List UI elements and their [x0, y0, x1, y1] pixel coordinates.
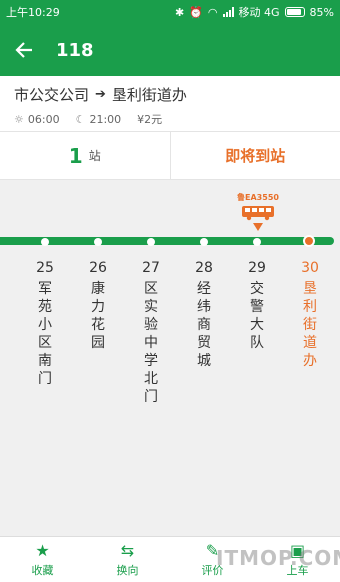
wifi-icon: ◠ — [207, 5, 218, 19]
tab-favorite[interactable]: ★ 收藏 — [0, 537, 85, 582]
stop-number: 28 — [195, 260, 213, 276]
stops-unit: 站 — [88, 149, 101, 163]
status-bar: 上午10:29 ✱ ⏰ ◠ 移动 4G 85% — [0, 0, 340, 24]
status-carrier: 移动 4G — [238, 6, 280, 19]
stop-name: 康力花园 — [91, 281, 105, 351]
stop-dot[interactable] — [253, 238, 261, 246]
stop-item[interactable]: 25 军苑小区南门 — [32, 260, 58, 388]
tab-switch-direction[interactable]: ⇆ 换向 — [85, 537, 170, 582]
battery-percent: 85% — [309, 5, 334, 19]
watermark: ITMOP.COM — [216, 546, 340, 570]
stop-name: 经纬商贸城 — [197, 281, 211, 369]
stops-away-count: 1 — [68, 143, 83, 168]
arrow-right-icon: ➔ — [95, 87, 106, 102]
stop-number: 27 — [142, 260, 160, 276]
stop-number: 30 — [301, 260, 319, 276]
arrival-status: 即将到站 — [225, 147, 286, 165]
stop-item[interactable]: 29 交警大队 — [244, 260, 270, 352]
stop-number: 26 — [89, 260, 107, 276]
app-bar: 118 — [0, 24, 340, 76]
arrival-stats: 1 站 即将到站 — [0, 132, 340, 180]
star-icon: ★ — [35, 540, 50, 560]
last-bus-time: 21:00 — [89, 112, 122, 126]
sun-icon: ☼ — [14, 112, 24, 126]
tab-label: 收藏 — [31, 563, 54, 577]
route-map[interactable]: 鲁EA3550 25 军苑小区南门 26 康力花园 27 区实验中学北门 28 … — [0, 180, 340, 536]
stop-item-current[interactable]: 30 垦利街道办 — [297, 260, 323, 370]
stop-item[interactable]: 26 康力花园 — [85, 260, 111, 352]
back-arrow-icon[interactable] — [0, 24, 48, 76]
stop-dot[interactable] — [200, 238, 208, 246]
moon-icon: ☾ — [75, 112, 86, 126]
stop-name: 区实验中学北门 — [144, 281, 158, 405]
route-info-panel: 市公交公司 ➔ 垦利街道办 ☼ 06:00 ☾ 21:00 ¥2元 — [0, 76, 340, 132]
bus-plate: 鲁EA3550 — [237, 193, 279, 202]
status-time: 上午10:29 — [6, 6, 60, 19]
current-stop-dot[interactable] — [303, 235, 315, 247]
stop-item[interactable]: 27 区实验中学北门 — [138, 260, 164, 406]
bus-marker[interactable]: 鲁EA3550 — [237, 192, 279, 231]
first-bus-time: 06:00 — [27, 112, 60, 126]
stop-item[interactable]: 28 经纬商贸城 — [191, 260, 217, 370]
stop-dot[interactable] — [94, 238, 102, 246]
stop-dot[interactable] — [41, 238, 49, 246]
battery-icon — [284, 7, 305, 17]
signal-icon — [222, 7, 234, 17]
bus-pointer-icon — [253, 223, 263, 231]
route-line — [0, 237, 334, 245]
swap-icon: ⇆ — [120, 540, 135, 560]
stop-name: 交警大队 — [250, 281, 264, 351]
stop-name: 军苑小区南门 — [38, 281, 52, 387]
tab-label: 换向 — [116, 563, 139, 577]
route-origin: 市公交公司 — [14, 86, 90, 104]
alarm-icon: ⏰ — [189, 5, 203, 19]
stop-number: 25 — [36, 260, 54, 276]
bluetooth-icon: ✱ — [174, 5, 185, 19]
bus-icon — [242, 206, 274, 221]
fare: ¥2元 — [137, 113, 163, 126]
stop-name: 垦利街道办 — [303, 281, 317, 369]
page-title: 118 — [56, 39, 94, 61]
stop-number: 29 — [248, 260, 266, 276]
route-destination: 垦利街道办 — [111, 86, 187, 104]
stop-dot[interactable] — [147, 238, 155, 246]
